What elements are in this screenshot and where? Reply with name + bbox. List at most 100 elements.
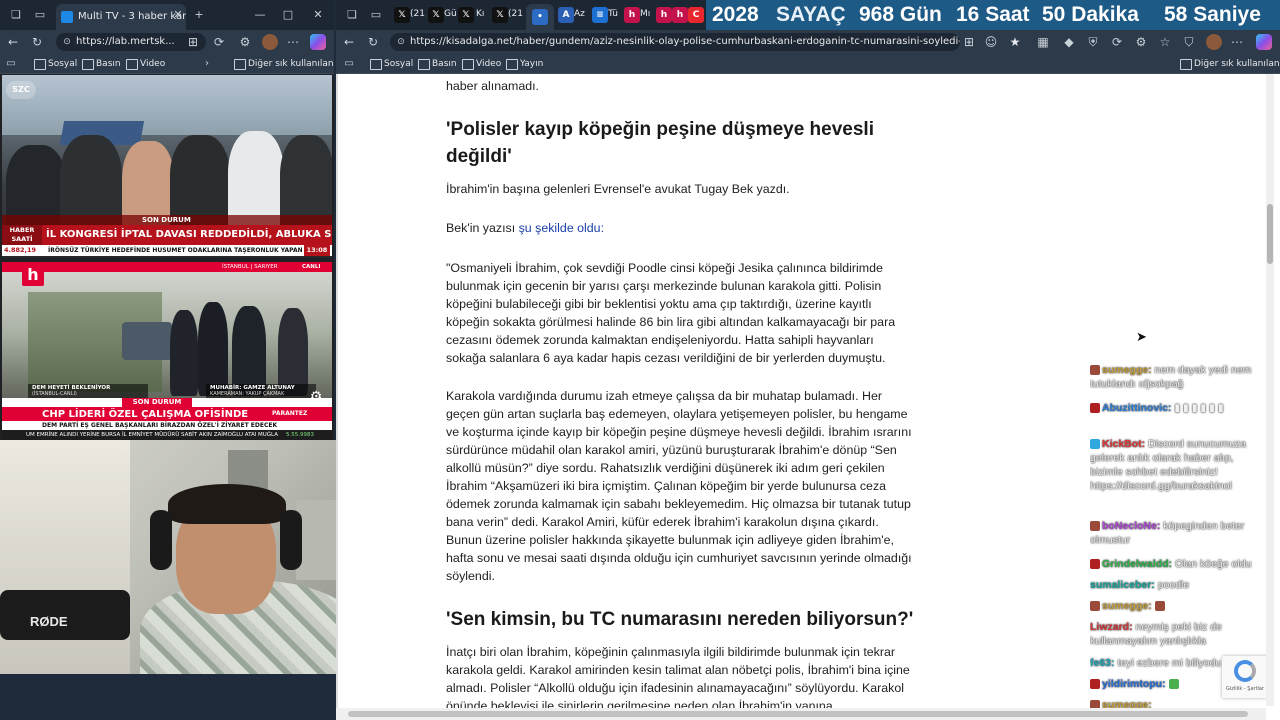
workspaces-icon[interactable]: ❏	[346, 9, 358, 21]
tab-actions-icon[interactable]: ▭	[370, 9, 382, 21]
bookmark-other[interactable]: Diğer sık kullanılanlar	[1180, 57, 1280, 71]
tab-favicon-icon[interactable]: h	[656, 7, 672, 23]
profile-avatar[interactable]	[1206, 34, 1222, 50]
extensions-icon[interactable]: ⚙	[238, 35, 252, 49]
scroll-thumb[interactable]	[1267, 204, 1273, 264]
badge-icon	[1090, 365, 1100, 376]
tab-favicon-icon[interactable]: h	[672, 7, 688, 23]
mouse-cursor-icon: ➤	[1136, 330, 1147, 345]
site-info-icon[interactable]: ⊙	[60, 35, 74, 49]
chat-text: ▮ ▮ ▮ ▮ ▮ ▮	[1174, 402, 1224, 414]
caption-left-sub: (İSTANBUL-CANLI)	[32, 391, 77, 397]
more-menu-icon[interactable]: ⋯	[1230, 35, 1244, 49]
tab-x-icon[interactable]: 𝕏	[492, 7, 508, 23]
tab-label[interactable]: Kı	[476, 9, 484, 19]
bookmark-sosyal[interactable]: Sosyal	[34, 57, 77, 71]
tab-multi-tv[interactable]: Multi TV - 3 haber kanalı	[56, 4, 186, 30]
tab-favicon-icon[interactable]: h	[624, 7, 640, 23]
news-video-1[interactable]: SZC SON DURUM HABER SAATİ İL KONGRESİ İP…	[2, 75, 332, 258]
window-close-icon[interactable]: ✕	[312, 9, 324, 21]
site-info-icon[interactable]: ⊙	[394, 35, 408, 49]
minimize-icon[interactable]: —	[254, 9, 266, 21]
reload-icon[interactable]: ↻	[366, 35, 380, 49]
tab-label[interactable]: (21	[410, 9, 425, 19]
maximize-icon[interactable]: □	[282, 9, 294, 21]
caption-right-sub: KAMERAMAN: YAKUP ÇAKMAK	[210, 391, 285, 397]
chat-user: sumaliceber:	[1090, 579, 1155, 591]
tab-label[interactable]: (21	[508, 9, 523, 19]
chat-user: sumegge:	[1102, 600, 1152, 612]
reload-icon[interactable]: ↻	[30, 35, 44, 49]
bookmark-yayin[interactable]: Yayın	[506, 57, 543, 71]
recaptcha-label: Gizlilik - Şartlar	[1225, 686, 1265, 692]
chat-message: Grindelwaldd: Olan köeğe oldu	[1090, 557, 1266, 571]
video2-headline: CHP LİDERİ ÖZEL ÇALIŞMA OFİSİNDE	[42, 409, 249, 420]
chat-text: Olan köeğe oldu	[1174, 558, 1252, 570]
scroll-thumb[interactable]	[348, 711, 1248, 717]
shield-icon[interactable]: ⛨	[1086, 35, 1100, 49]
bookmark-basin[interactable]: Basın	[418, 57, 457, 71]
extension-icon[interactable]: ▦	[1036, 35, 1050, 49]
tab-label[interactable]: Az	[574, 9, 585, 19]
profile-avatar[interactable]	[262, 34, 278, 50]
tab-x-icon[interactable]: 𝕏	[458, 7, 474, 23]
tab-x-icon[interactable]: 𝕏	[428, 7, 444, 23]
bookmark-basin[interactable]: Basın	[82, 57, 121, 71]
chevron-right-icon[interactable]: ›	[200, 57, 214, 71]
ticker-value: 4.882,19	[4, 246, 37, 254]
split-screen-icon[interactable]: ⊞	[186, 35, 200, 49]
left-url-field[interactable]: ⊙ https://lab.mertsk...	[56, 33, 206, 51]
reading-list-icon[interactable]: ▭	[4, 57, 18, 71]
bookmark-video[interactable]: Video	[126, 57, 165, 71]
bookmark-video[interactable]: Video	[462, 57, 501, 71]
vertical-scrollbar[interactable]	[1266, 74, 1274, 706]
reading-list-icon[interactable]: ▭	[342, 57, 356, 71]
recaptcha-icon	[1234, 660, 1256, 682]
writeup-link[interactable]: şu şekilde oldu:	[519, 221, 604, 235]
close-tab-icon[interactable]: ✕	[172, 9, 184, 21]
split-screen-icon[interactable]: ⊞	[962, 35, 976, 49]
tab-x-icon[interactable]: 𝕏	[394, 7, 410, 23]
copilot-icon[interactable]	[1256, 34, 1272, 50]
tab-label[interactable]: Mı	[640, 9, 650, 19]
badge-icon	[1090, 521, 1100, 532]
tab-actions-icon[interactable]: ▭	[34, 9, 46, 21]
news-video-2[interactable]: İSTANBUL | SARIYER CANLI h DEM HEYETİ BE…	[2, 262, 332, 440]
chat-user: fe63:	[1090, 657, 1115, 669]
left-tab-bar: ❏ ▭ Multi TV - 3 haber kanalı ✕ + — □ ✕	[0, 0, 334, 30]
recaptcha-badge[interactable]: Gizlilik - Şartlar	[1222, 656, 1268, 698]
chat-message: sumegge:	[1090, 599, 1266, 613]
countdown-banner: 2028 SAYAÇ 968 Gün 16 Saat 50 Dakika 58 …	[706, 0, 1280, 30]
new-tab-icon[interactable]: +	[193, 9, 205, 21]
quote-paragraph-2: Karakola vardığında durumu izah etmeye ç…	[446, 389, 912, 583]
badge-icon	[1090, 679, 1100, 690]
browser-essentials-icon[interactable]: ⛉	[1182, 35, 1196, 49]
countdown-seconds: 58 Saniye	[1164, 3, 1261, 26]
video2-ticker: UM EMRİNE ALINDI YERİNE BURSA İL EMNİYET…	[26, 432, 256, 438]
horizontal-scrollbar[interactable]	[336, 708, 1266, 720]
extension-icon[interactable]: ◆	[1062, 35, 1076, 49]
more-menu-icon[interactable]: ⋯	[286, 35, 300, 49]
bookmark-other[interactable]: Diğer sık kullanılanlar	[234, 57, 334, 71]
refresh-extension-icon[interactable]: ⟳	[212, 35, 226, 49]
back-icon[interactable]: ←	[6, 35, 20, 49]
refresh-extension-icon[interactable]: ⟳	[1110, 35, 1124, 49]
copilot-icon[interactable]	[310, 34, 326, 50]
tab-favicon-icon[interactable]: A	[558, 7, 574, 23]
read-aloud-icon[interactable]: ☺	[984, 35, 998, 49]
workspaces-icon[interactable]: ❏	[10, 9, 22, 21]
chat-message: sumaliceber: poodle	[1090, 578, 1266, 592]
tab-label[interactable]: Gü	[444, 9, 457, 19]
right-url-field[interactable]: ⊙ https://kisadalga.net/haber/gundem/azi…	[390, 33, 960, 51]
active-tab[interactable]: •	[526, 4, 554, 30]
tab-favicon-icon[interactable]: ≡	[592, 7, 608, 23]
tab-label[interactable]: Tü	[608, 9, 618, 19]
favorite-star-icon[interactable]: ★	[1008, 35, 1022, 49]
favorites-icon[interactable]: ☆	[1158, 35, 1172, 49]
chat-message: sumegge: nem dayak yedi nem tutuklandı ı…	[1090, 363, 1266, 391]
tab-favicon-icon[interactable]: C	[688, 7, 704, 23]
back-icon[interactable]: ←	[342, 35, 356, 49]
bookmark-sosyal[interactable]: Sosyal	[370, 57, 413, 71]
extensions-icon[interactable]: ⚙	[1134, 35, 1148, 49]
gear-icon[interactable]: ⚙	[307, 388, 325, 406]
